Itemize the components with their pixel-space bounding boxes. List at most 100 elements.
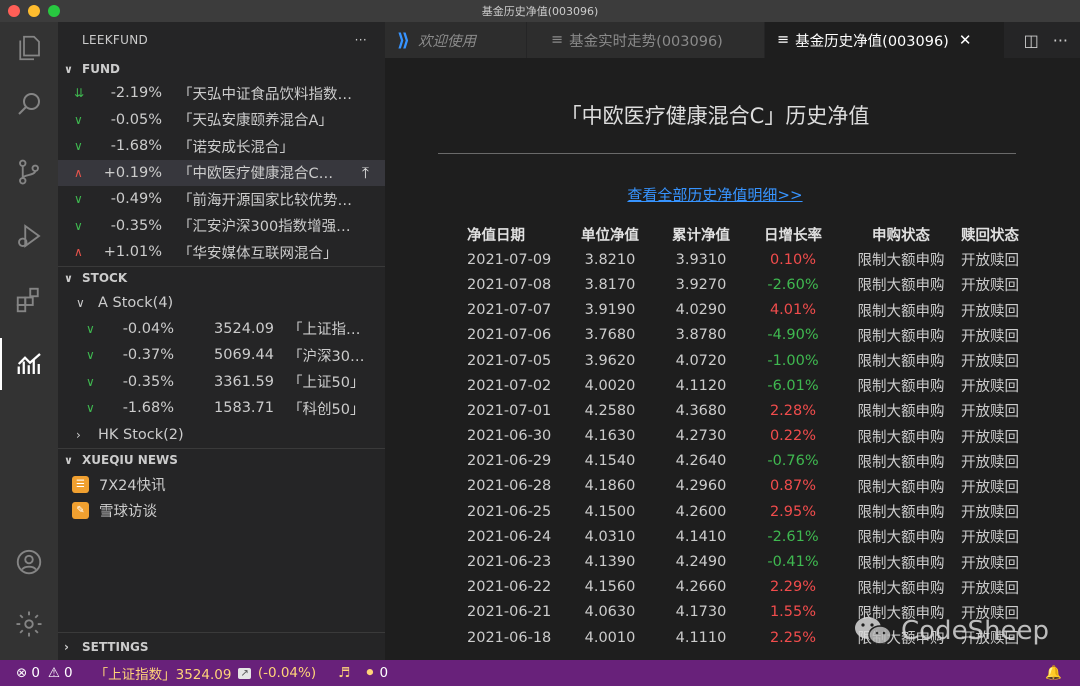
purchase-status: 限制大额申购: [857, 404, 945, 421]
nav-date: 2021-07-07: [467, 302, 552, 319]
sidebar: LEEKFUND ··· ∨ FUND ⇊ -2.19% 「天弘中证食品饮料指数… ∨…: [58, 22, 385, 660]
error-count: 0: [31, 665, 40, 681]
divider: [438, 153, 1016, 154]
accumulated-nav: 4.3680: [675, 402, 727, 419]
account-icon[interactable]: [0, 536, 58, 588]
accumulated-nav: 4.0720: [675, 352, 727, 369]
close-window-button[interactable]: [8, 5, 20, 17]
daily-growth-rate: -2.61%: [767, 528, 819, 545]
accumulated-nav: 3.9270: [675, 276, 727, 293]
notifications-bell-icon[interactable]: 🔔: [1045, 665, 1062, 681]
source-control-icon[interactable]: [0, 146, 58, 198]
activity-bar: [0, 22, 58, 660]
stock-item[interactable]: ∨ -1.68% 1583.71 「科创50」: [58, 395, 385, 422]
stock-item[interactable]: ∨ -0.37% 5069.44 「沪深30…: [58, 342, 385, 369]
chevron-down-icon: ∨: [74, 139, 83, 154]
split-editor-icon[interactable]: ◫: [1024, 31, 1039, 50]
manage-gear-icon[interactable]: [0, 598, 58, 650]
daily-growth-rate: 2.29%: [769, 579, 817, 596]
run-debug-icon[interactable]: [0, 210, 58, 262]
accumulated-nav: 4.1730: [675, 604, 727, 621]
nav-date: 2021-07-09: [467, 251, 552, 268]
tab-label: 基金实时走势(003096): [569, 33, 723, 50]
daily-growth-rate: -2.60%: [767, 276, 819, 293]
fund-item[interactable]: ∧ +0.19% 「中欧医疗健康混合C… ⤒: [58, 159, 385, 186]
leek-icon: ♬: [338, 665, 351, 681]
view-all-history-link[interactable]: 查看全部历史净值明细>>: [385, 184, 1045, 205]
news-section-label: XUEQIU NEWS: [82, 453, 178, 467]
stock-section-header[interactable]: ∨ STOCK: [58, 265, 385, 290]
extensions-icon[interactable]: [0, 274, 58, 326]
accumulated-nav: 4.2600: [675, 503, 727, 520]
leek-mascot-icon[interactable]: ♬: [338, 665, 350, 681]
more-actions-icon[interactable]: ···: [355, 33, 367, 47]
purchase-status: 限制大额申购: [857, 505, 945, 522]
table-row: 2021-07-05 3.9620 4.0720 -1.00% 限制大额申购 开放赎回: [467, 348, 1080, 373]
fund-item[interactable]: ∨ -0.35% 「汇安沪深300指数增强…: [58, 213, 385, 240]
pin-to-top-icon[interactable]: ⤒: [362, 163, 369, 183]
stock-name: 「上证50」: [288, 375, 364, 392]
zoom-window-button[interactable]: [48, 5, 60, 17]
fund-item[interactable]: ∨ -0.49% 「前海开源国家比较优势…: [58, 186, 385, 213]
stock-item[interactable]: ∨ -0.35% 3361.59 「上证50」: [58, 369, 385, 396]
purchase-status: 限制大额申购: [857, 253, 945, 270]
accumulated-nav: 4.2960: [675, 478, 727, 495]
column-header: 日增长率: [764, 228, 822, 245]
redemption-status: 开放赎回: [961, 328, 1019, 345]
search-icon[interactable]: [0, 78, 58, 130]
index-ticker[interactable]: 「上证指数」3524.09 ↗ (-0.04%): [95, 663, 317, 683]
daily-growth-rate: 2.28%: [769, 402, 817, 419]
accumulated-nav: 3.8780: [675, 327, 727, 344]
purchase-status: 限制大额申购: [857, 580, 945, 597]
explorer-icon[interactable]: [0, 22, 58, 74]
purchase-status: 限制大额申购: [857, 530, 945, 547]
hk-stock-group[interactable]: › HK Stock(2): [58, 422, 385, 448]
leekfund-icon[interactable]: [0, 338, 58, 390]
chevron-down-icon: ∨: [64, 453, 73, 467]
daily-growth-rate: 0.87%: [769, 478, 817, 495]
stock-item[interactable]: ∨ -0.04% 3524.09 「上证指…: [58, 316, 385, 343]
editor-actions: ◫ ···: [1024, 22, 1080, 58]
settings-section-header[interactable]: › SETTINGS: [58, 632, 385, 660]
coin-indicator[interactable]: ⚫ 0: [364, 665, 388, 681]
news-section-header[interactable]: ∨ XUEQIU NEWS: [58, 447, 385, 472]
unit-nav: 4.1390: [584, 554, 636, 571]
daily-growth-rate: 1.55%: [769, 604, 817, 621]
tab-realtime-trend[interactable]: ≡ 基金实时走势(003096): [527, 22, 765, 58]
a-stock-group[interactable]: ∨ A Stock(4): [58, 290, 385, 316]
fund-item[interactable]: ∨ -1.68% 「诺安成长混合」: [58, 133, 385, 160]
news-item-flash[interactable]: ☰ 7X24快讯: [58, 472, 385, 498]
hk-stock-group-label: HK Stock(2): [98, 426, 184, 443]
vscode-icon: ⟫: [397, 29, 410, 51]
news-item-label: 7X24快讯: [99, 478, 166, 494]
purchase-status: 限制大额申购: [857, 429, 945, 446]
table-body: 2021-07-09 3.8210 3.9310 0.10% 限制大额申购 开放赎回 202…: [467, 247, 1080, 650]
nav-history-table: 净值日期 单位净值 累计净值 日增长率 申购状态 赎回状态 2021-07-09…: [467, 222, 1080, 650]
close-icon[interactable]: ✕: [959, 31, 972, 49]
tab-label: 欢迎使用: [417, 33, 476, 50]
fund-change: +1.01%: [103, 244, 162, 261]
fund-name: 「华安媒体互联网混合」: [178, 245, 338, 262]
fund-change: -0.49%: [110, 191, 162, 208]
fund-item[interactable]: ∧ +1.01% 「华安媒体互联网混合」: [58, 239, 385, 266]
unit-nav: 4.0010: [584, 629, 636, 646]
minimize-window-button[interactable]: [28, 5, 40, 17]
fund-change: -1.68%: [110, 138, 162, 155]
more-actions-icon[interactable]: ···: [1053, 31, 1068, 50]
fund-item[interactable]: ⇊ -2.19% 「天弘中证食品饮料指数…: [58, 80, 385, 107]
accumulated-nav: 4.1110: [675, 629, 727, 646]
stock-change: -0.35%: [122, 373, 174, 390]
table-row: 2021-07-01 4.2580 4.3680 2.28% 限制大额申购 开放赎回: [467, 398, 1080, 423]
table-row: 2021-07-08 3.8170 3.9270 -2.60% 限制大额申购 开放赎回: [467, 272, 1080, 297]
problems-indicator[interactable]: ⊗ 0 ⚠ 0: [16, 665, 73, 681]
fund-item[interactable]: ∨ -0.05% 「天弘安康颐养混合A」: [58, 107, 385, 134]
table-row: 2021-06-28 4.1860 4.2960 0.87% 限制大额申购 开放赎回: [467, 474, 1080, 499]
tab-history-nav[interactable]: ≡ 基金历史净值(003096) ✕: [765, 22, 1005, 58]
column-header: 单位净值: [581, 228, 639, 245]
tab-welcome[interactable]: ⟫ 欢迎使用: [385, 22, 527, 58]
fund-section-header[interactable]: ∨ FUND: [58, 58, 385, 80]
fund-name: 「天弘中证食品饮料指数…: [178, 86, 352, 103]
table-row: 2021-07-06 3.7680 3.8780 -4.90% 限制大额申购 开放赎回: [467, 323, 1080, 348]
redemption-status: 开放赎回: [961, 505, 1019, 522]
news-item-interview[interactable]: ✎ 雪球访谈: [58, 498, 385, 524]
